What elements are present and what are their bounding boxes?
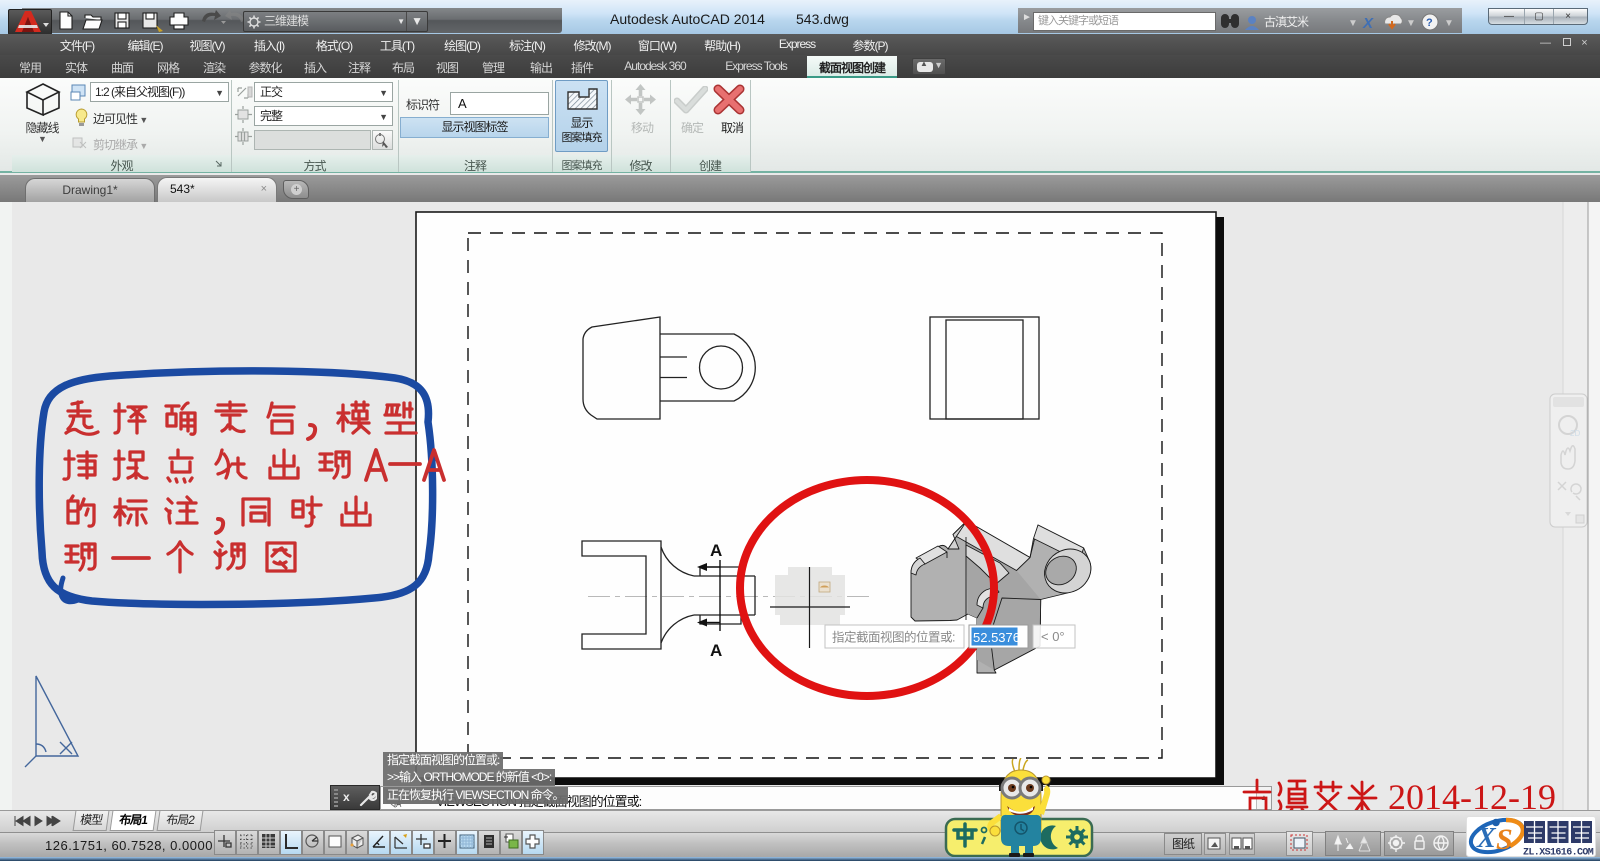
svg-text:< 0°: < 0° xyxy=(1041,629,1065,644)
svg-text:古滇艾米: 古滇艾米 xyxy=(1264,14,1309,29)
svg-text:指定截面视图的位置或:: 指定截面视图的位置或: xyxy=(832,630,955,645)
svg-text:ZL.XS1616.COM: ZL.XS1616.COM xyxy=(1523,848,1594,857)
svg-text:2D: 2D xyxy=(1570,429,1580,438)
svg-text:?: ? xyxy=(1426,17,1433,29)
svg-text:X: X xyxy=(1476,823,1497,854)
svg-text:52.5376: 52.5376 xyxy=(973,630,1020,645)
svg-text:A: A xyxy=(710,641,722,660)
svg-text:▼: ▼ xyxy=(1444,18,1454,29)
svg-text:X: X xyxy=(1362,15,1374,32)
svg-text:A: A xyxy=(710,541,722,560)
svg-text:▼: ▼ xyxy=(1348,18,1358,29)
svg-text:S: S xyxy=(1496,823,1513,856)
svg-text:▼: ▼ xyxy=(1406,18,1416,29)
